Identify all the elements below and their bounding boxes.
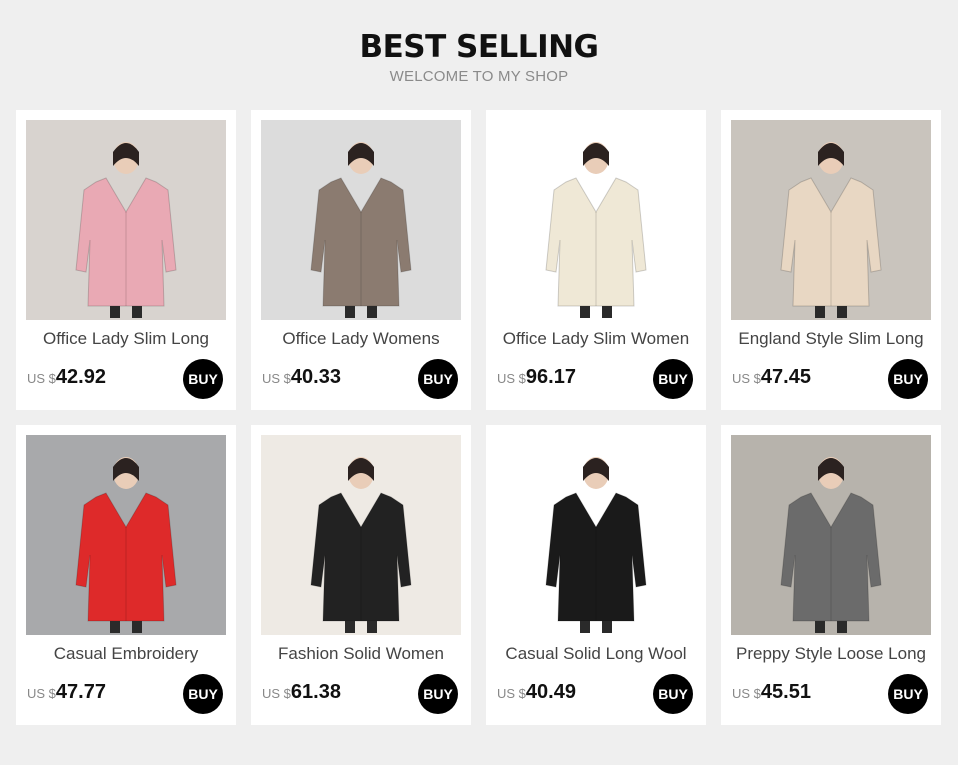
product-card[interactable]: Office Lady Womens US $40.33 BUY xyxy=(251,110,471,410)
product-price: 61.38 xyxy=(290,681,341,703)
product-name[interactable]: Casual Embroidery xyxy=(16,644,236,664)
buy-button[interactable]: BUY xyxy=(418,359,458,399)
product-price: 96.17 xyxy=(525,366,576,388)
product-image[interactable] xyxy=(731,120,931,320)
buy-button[interactable]: BUY xyxy=(653,359,693,399)
model-leg xyxy=(110,621,120,633)
price-row: US $42.92 xyxy=(27,366,106,389)
product-price: 45.51 xyxy=(760,681,811,703)
price-row: US $61.38 xyxy=(262,681,341,704)
model-leg xyxy=(345,306,355,318)
product-image[interactable] xyxy=(261,435,461,635)
price-row: US $47.77 xyxy=(27,681,106,704)
product-image[interactable] xyxy=(261,120,461,320)
product-image[interactable] xyxy=(26,435,226,635)
currency-label: US $ xyxy=(497,686,526,701)
model-leg xyxy=(110,306,120,318)
model-leg xyxy=(367,621,377,633)
currency-label: US $ xyxy=(27,686,56,701)
model-leg xyxy=(367,306,377,318)
product-card[interactable]: Office Lady Slim Women US $96.17 BUY xyxy=(486,110,706,410)
model-leg xyxy=(815,306,825,318)
buy-button[interactable]: BUY xyxy=(888,674,928,714)
currency-label: US $ xyxy=(262,371,291,386)
shop-page: BEST SELLING WELCOME TO MY SHOP Office L… xyxy=(0,0,958,765)
buy-button[interactable]: BUY xyxy=(888,359,928,399)
currency-label: US $ xyxy=(27,371,56,386)
product-price: 40.49 xyxy=(525,681,576,703)
model-leg xyxy=(132,306,142,318)
model-leg xyxy=(837,306,847,318)
product-image[interactable] xyxy=(496,435,696,635)
product-price: 47.45 xyxy=(760,366,811,388)
section-header: BEST SELLING WELCOME TO MY SHOP xyxy=(0,28,958,85)
model-leg xyxy=(602,306,612,318)
currency-label: US $ xyxy=(497,371,526,386)
model-leg xyxy=(345,621,355,633)
product-card[interactable]: Preppy Style Loose Long US $45.51 BUY xyxy=(721,425,941,725)
product-card[interactable]: England Style Slim Long US $47.45 BUY xyxy=(721,110,941,410)
product-name[interactable]: Preppy Style Loose Long xyxy=(721,644,941,664)
product-price: 40.33 xyxy=(290,366,341,388)
product-name[interactable]: Office Lady Slim Women xyxy=(486,329,706,349)
model-leg xyxy=(132,621,142,633)
product-name[interactable]: England Style Slim Long xyxy=(721,329,941,349)
product-grid: Office Lady Slim Long US $42.92 BUY Office … xyxy=(16,110,941,725)
section-title: BEST SELLING xyxy=(359,29,599,65)
product-card[interactable]: Casual Embroidery US $47.77 BUY xyxy=(16,425,236,725)
model-leg xyxy=(580,621,590,633)
currency-label: US $ xyxy=(732,686,761,701)
product-card[interactable]: Office Lady Slim Long US $42.92 BUY xyxy=(16,110,236,410)
price-row: US $45.51 xyxy=(732,681,811,704)
product-price: 47.77 xyxy=(55,681,106,703)
model-leg xyxy=(602,621,612,633)
buy-button[interactable]: BUY xyxy=(418,674,458,714)
product-name[interactable]: Office Lady Slim Long xyxy=(16,329,236,349)
price-row: US $47.45 xyxy=(732,366,811,389)
buy-button[interactable]: BUY xyxy=(653,674,693,714)
price-row: US $40.49 xyxy=(497,681,576,704)
product-name[interactable]: Office Lady Womens xyxy=(251,329,471,349)
product-image[interactable] xyxy=(496,120,696,320)
product-card[interactable]: Fashion Solid Women US $61.38 BUY xyxy=(251,425,471,725)
product-name[interactable]: Casual Solid Long Wool xyxy=(486,644,706,664)
model-leg xyxy=(580,306,590,318)
model-leg xyxy=(815,621,825,633)
currency-label: US $ xyxy=(262,686,291,701)
product-name[interactable]: Fashion Solid Women xyxy=(251,644,471,664)
product-card[interactable]: Casual Solid Long Wool US $40.49 BUY xyxy=(486,425,706,725)
section-subtitle: WELCOME TO MY SHOP xyxy=(389,68,569,85)
product-image[interactable] xyxy=(731,435,931,635)
currency-label: US $ xyxy=(732,371,761,386)
product-price: 42.92 xyxy=(55,366,106,388)
price-row: US $40.33 xyxy=(262,366,341,389)
buy-button[interactable]: BUY xyxy=(183,674,223,714)
buy-button[interactable]: BUY xyxy=(183,359,223,399)
model-leg xyxy=(837,621,847,633)
price-row: US $96.17 xyxy=(497,366,576,389)
product-image[interactable] xyxy=(26,120,226,320)
